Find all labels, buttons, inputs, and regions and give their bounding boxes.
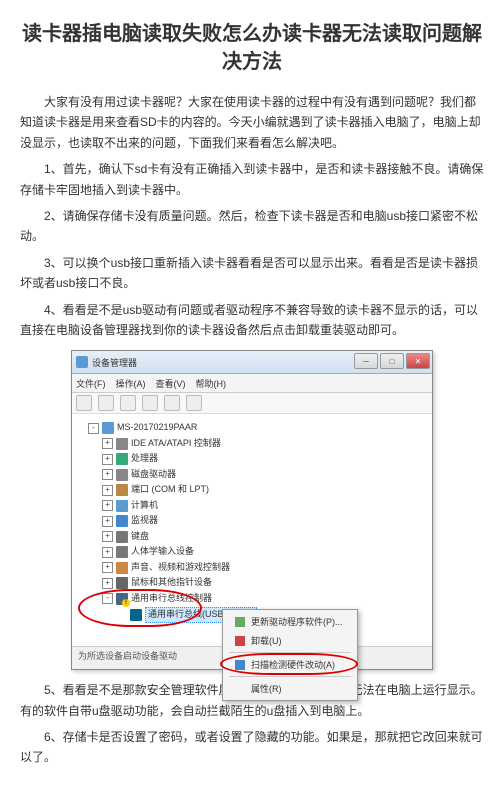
menu-help[interactable]: 帮助(H) (196, 377, 227, 390)
context-menu: 更新驱动程序软件(P)... 卸载(U) 扫描检测硬件改动(A) 属性(R) (222, 609, 358, 701)
tree-node-computer[interactable]: + 计算机 (78, 498, 428, 514)
uninstall-icon (235, 636, 245, 646)
step-6: 6、存储卡是否设置了密码，或者设置了隐藏的功能。如果是，那就把它改回来就可以了。 (20, 727, 484, 768)
menu-view[interactable]: 查看(V) (156, 377, 186, 390)
toolbar-forward-button[interactable] (98, 395, 114, 411)
expand-icon[interactable]: + (102, 562, 113, 573)
tree-node-port[interactable]: + 端口 (COM 和 LPT) (78, 482, 428, 498)
expand-icon[interactable]: + (102, 469, 113, 480)
step-1: 1、首先，确认下sd卡有没有正确插入到读卡器中，是否和读卡器接触不良。请确保存储… (20, 159, 484, 200)
tree-node-sound[interactable]: + 声音、视频和游戏控制器 (78, 560, 428, 576)
expand-icon[interactable]: + (102, 547, 113, 558)
expand-icon[interactable]: + (102, 578, 113, 589)
disk-icon (116, 469, 128, 481)
tree-node-keyboard[interactable]: + 键盘 (78, 529, 428, 545)
devmgr-icon (76, 356, 88, 368)
expand-icon[interactable]: - (88, 423, 99, 434)
computer-icon (116, 500, 128, 512)
ctx-separator (229, 676, 351, 677)
scan-icon (235, 660, 245, 670)
expand-icon[interactable]: + (102, 438, 113, 449)
usb-controller-warn-icon (116, 593, 128, 605)
toolbar-properties-button[interactable] (142, 395, 158, 411)
cpu-icon (116, 453, 128, 465)
menubar: 文件(F) 操作(A) 查看(V) 帮助(H) (72, 374, 432, 393)
expand-icon[interactable]: + (102, 500, 113, 511)
toolbar-uninstall-button[interactable] (186, 395, 202, 411)
tree-node-disk[interactable]: + 磁盘驱动器 (78, 467, 428, 483)
toolbar (72, 393, 432, 414)
tree-node-monitor[interactable]: + 监视器 (78, 513, 428, 529)
root-label: MS-20170219PAAR (117, 421, 197, 435)
expand-icon[interactable]: + (102, 454, 113, 465)
titlebar[interactable]: 设备管理器 ─ □ ✕ (72, 351, 432, 374)
toolbar-back-button[interactable] (76, 395, 92, 411)
toolbar-scan-button[interactable] (164, 395, 180, 411)
tree-node-hid[interactable]: + 人体学输入设备 (78, 544, 428, 560)
window-title: 设备管理器 (92, 356, 137, 369)
expand-icon[interactable]: + (102, 516, 113, 527)
menu-file[interactable]: 文件(F) (76, 377, 106, 390)
maximize-button[interactable]: □ (380, 353, 404, 369)
tree-node-mouse[interactable]: + 鼠标和其他指针设备 (78, 575, 428, 591)
status-text: 为所选设备启动设备驱动 (78, 651, 177, 661)
update-icon (235, 617, 245, 627)
ctx-separator (229, 652, 351, 653)
tree-node-cpu[interactable]: + 处理器 (78, 451, 428, 467)
step-2: 2、请确保存储卡没有质量问题。然后，检查下读卡器是否和电脑usb接口紧密不松动。 (20, 206, 484, 247)
ctx-scan-hardware[interactable]: 扫描检测硬件改动(A) (225, 655, 355, 674)
step-3: 3、可以换个usb接口重新插入读卡器看看是否可以显示出来。看看是否是读卡器损坏或… (20, 253, 484, 294)
hid-icon (116, 546, 128, 558)
mouse-icon (116, 577, 128, 589)
sound-icon (116, 562, 128, 574)
page-title: 读卡器插电脑读取失败怎么办读卡器无法读取问题解决方法 (20, 20, 484, 76)
close-button[interactable]: ✕ (406, 353, 430, 369)
port-icon (116, 484, 128, 496)
intro-paragraph: 大家有没有用过读卡器呢？大家在使用读卡器的过程中有没有遇到问题呢？我们都知道读卡… (20, 92, 484, 153)
tree-node-ide[interactable]: + IDE ATA/ATAPI 控制器 (78, 436, 428, 452)
ctx-uninstall[interactable]: 卸载(U) (225, 631, 355, 650)
computer-icon (102, 422, 114, 434)
tree-root[interactable]: - MS-20170219PAAR (78, 420, 428, 436)
step-4: 4、看看是不是usb驱动有问题或者驱动程序不兼容导致的读卡器不显示的话，可以直接… (20, 300, 484, 341)
expand-icon[interactable]: + (102, 485, 113, 496)
toolbar-refresh-button[interactable] (120, 395, 136, 411)
tree-node-usb-controller[interactable]: - 通用串行总线控制器 (78, 591, 428, 607)
minimize-button[interactable]: ─ (354, 353, 378, 369)
ide-icon (116, 438, 128, 450)
keyboard-icon (116, 531, 128, 543)
expand-icon[interactable]: + (102, 531, 113, 542)
usb-icon (130, 609, 142, 621)
spacer (116, 610, 127, 621)
expand-icon[interactable]: - (102, 593, 113, 604)
device-manager-window: 设备管理器 ─ □ ✕ 文件(F) 操作(A) 查看(V) 帮助(H) - MS… (71, 350, 433, 670)
ctx-properties[interactable]: 属性(R) (225, 679, 355, 698)
menu-action[interactable]: 操作(A) (116, 377, 146, 390)
ctx-update-driver[interactable]: 更新驱动程序软件(P)... (225, 612, 355, 631)
monitor-icon (116, 515, 128, 527)
